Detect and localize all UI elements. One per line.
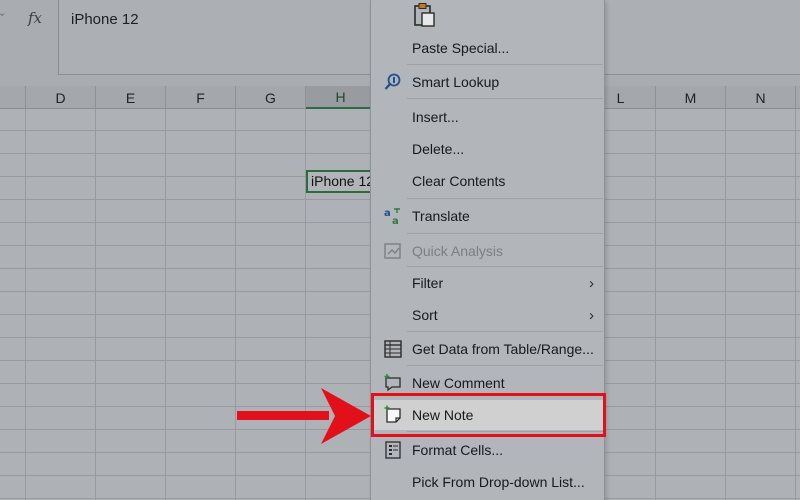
translate-icon: a a — [384, 208, 400, 226]
pointer-arrow-icon — [237, 388, 371, 444]
column-header-e[interactable]: E — [96, 86, 166, 109]
column-header-n[interactable]: N — [726, 86, 796, 109]
menu-item-get-data[interactable]: Get Data from Table/Range... — [371, 334, 604, 364]
menu-item-sort[interactable]: Sort › — [371, 300, 604, 330]
menu-item-label: Get Data from Table/Range... — [412, 341, 594, 357]
formula-cancel-icon[interactable]: ˇ — [0, 11, 4, 26]
menu-item-translate[interactable]: a a Translate — [371, 201, 604, 231]
menu-item-paste-special[interactable]: Paste Special... — [371, 33, 604, 63]
menu-item-insert[interactable]: Insert... — [371, 102, 604, 132]
submenu-arrow-icon: › — [589, 306, 594, 324]
menu-item-label: Translate — [412, 208, 470, 224]
column-header-h[interactable]: H — [306, 86, 376, 109]
menu-item-label: Sort — [412, 307, 438, 323]
menu-separator — [407, 198, 603, 199]
menu-separator — [407, 98, 603, 99]
smart-lookup-icon — [384, 73, 401, 90]
menu-item-label: Pick From Drop-down List... — [412, 474, 585, 490]
select-all-corner[interactable] — [0, 86, 26, 109]
column-header-g[interactable]: G — [236, 86, 306, 109]
menu-item-format-cells[interactable]: Format Cells... — [371, 435, 604, 465]
menu-item-filter[interactable]: Filter › — [371, 268, 604, 298]
menu-item-quick-analysis: Quick Analysis — [371, 236, 604, 266]
menu-item-label: Quick Analysis — [412, 243, 504, 259]
menu-separator — [407, 331, 603, 332]
menu-item-delete[interactable]: Delete... — [371, 134, 604, 164]
quick-analysis-icon — [384, 243, 401, 259]
menu-item-label: Paste Special... — [412, 40, 510, 56]
menu-item-label: Smart Lookup — [412, 74, 500, 90]
format-cells-icon — [385, 441, 401, 459]
menu-item-label: Delete... — [412, 141, 465, 157]
menu-item-label: Insert... — [412, 109, 459, 125]
menu-item-clear-contents[interactable]: Clear Contents — [371, 166, 604, 196]
submenu-arrow-icon: › — [589, 274, 594, 292]
menu-separator — [407, 233, 603, 234]
menu-item-pick-from-dropdown[interactable]: Pick From Drop-down List... — [371, 467, 604, 497]
menu-separator — [407, 64, 603, 65]
svg-text:a: a — [384, 208, 391, 219]
new-comment-icon — [384, 374, 401, 392]
column-header-f[interactable]: F — [166, 86, 236, 109]
menu-item-label: Format Cells... — [412, 442, 504, 458]
table-icon — [384, 340, 402, 358]
menu-item-smart-lookup[interactable]: Smart Lookup — [371, 67, 604, 97]
svg-text:a: a — [392, 216, 399, 226]
menu-item-label: New Comment — [412, 375, 505, 391]
menu-separator — [407, 365, 603, 366]
insert-function-button[interactable]: fx — [28, 9, 42, 27]
paste-options-icon[interactable] — [411, 2, 437, 28]
formula-bar-buttons: ˇ fx — [0, 0, 58, 40]
column-header-d[interactable]: D — [26, 86, 96, 109]
menu-separator — [407, 266, 603, 267]
formula-bar-value: iPhone 12 — [71, 11, 139, 28]
column-header-m[interactable]: M — [656, 86, 726, 109]
highlight-box — [371, 393, 606, 437]
menu-item-label: Clear Contents — [412, 173, 506, 189]
menu-item-label: Filter — [412, 275, 444, 291]
row-header-strip[interactable] — [0, 109, 26, 500]
